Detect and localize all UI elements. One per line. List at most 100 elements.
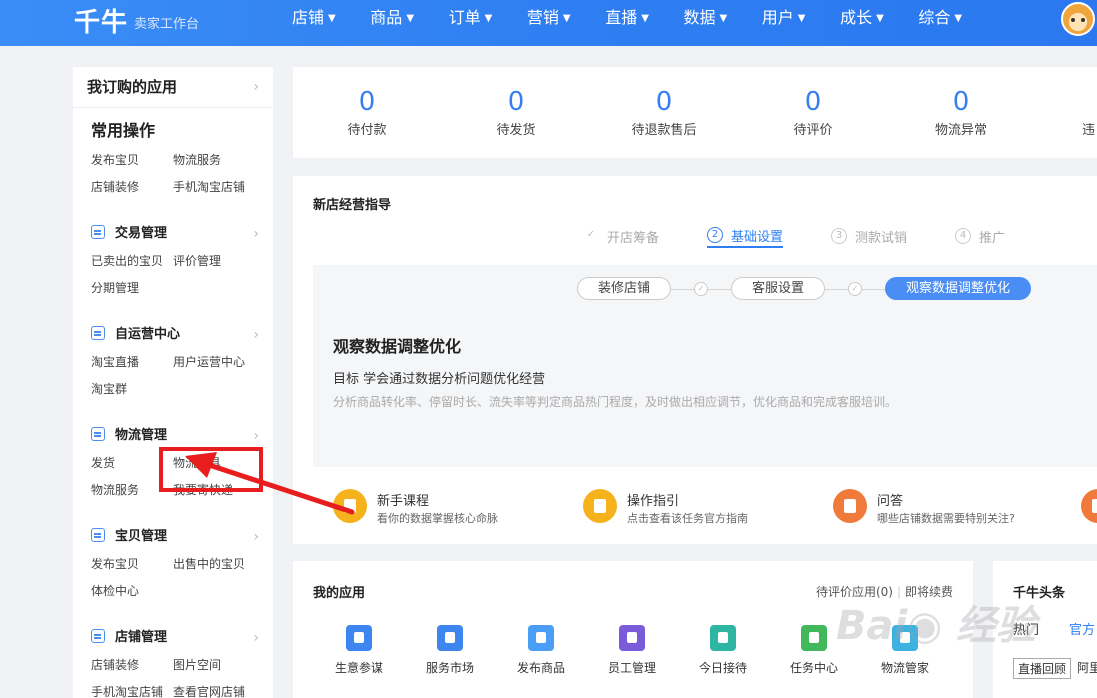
nav-item-live[interactable]: 直播 ▼ bbox=[605, 0, 683, 46]
sidebar-link[interactable]: 已卖出的宝贝 bbox=[91, 248, 173, 275]
user-icon bbox=[619, 625, 645, 651]
stat-logistics-exception[interactable]: 0 物流异常 bbox=[901, 85, 1021, 138]
sidebar-link[interactable]: 手机淘宝店铺 bbox=[91, 679, 173, 698]
stat-pending-shipment[interactable]: 0 待发货 bbox=[456, 85, 576, 138]
stat-label: 待评价 bbox=[793, 123, 833, 138]
news-item[interactable]: 阿里 bbox=[1077, 659, 1097, 676]
section-header[interactable]: 物流管理 › bbox=[73, 426, 273, 446]
annotation-box bbox=[159, 447, 263, 492]
calendar-icon bbox=[91, 225, 105, 239]
panel-heading: 观察数据调整优化 bbox=[333, 337, 462, 356]
nav-item-general[interactable]: 综合 ▼ bbox=[918, 0, 996, 46]
sidebar-link[interactable]: 评价管理 bbox=[173, 248, 255, 275]
sidebar-link[interactable]: 物流服务 bbox=[173, 147, 255, 174]
help-operation-guide[interactable]: 操作指引 点击查看该任务官方指南 bbox=[583, 489, 833, 529]
nav-label: 成长 bbox=[840, 8, 873, 27]
nav-item-users[interactable]: 用户 ▼ bbox=[762, 0, 840, 46]
help-subtitle: 哪些店铺数据需要特别关注? bbox=[877, 512, 1015, 525]
stat-pending-review[interactable]: 0 待评价 bbox=[753, 85, 873, 138]
guide-panel: 装修店铺 ✓ 客服设置 ✓ 观察数据调整优化 观察数据调整优化 目标 学会通过数… bbox=[313, 265, 1097, 467]
stat-violation[interactable]: 违 bbox=[1050, 85, 1097, 138]
sidebar-link[interactable]: 发布宝贝 bbox=[91, 551, 173, 578]
connector: ✓ bbox=[671, 281, 732, 296]
section-title: 物流管理 bbox=[115, 428, 168, 443]
help-qa[interactable]: 问答 哪些店铺数据需要特别关注? bbox=[833, 489, 1083, 529]
chevron-right-icon: › bbox=[253, 630, 259, 646]
nav-item-orders[interactable]: 订单 ▼ bbox=[449, 0, 527, 46]
sidebar-link[interactable]: 淘宝直播 bbox=[91, 349, 173, 376]
step-promotion[interactable]: 4 推广 bbox=[955, 224, 1005, 248]
nav-label: 订单 bbox=[448, 8, 481, 27]
logo[interactable]: 千牛 bbox=[74, 2, 128, 39]
app-publish-goods[interactable]: 发布商品 bbox=[501, 625, 581, 676]
top-bar: 千牛 卖家工作台 店铺 ▼ 商品 ▼ 订单 ▼ 营销 ▼ 直播 ▼ 数据 ▼ 用户 ▼ 成长 ▼… bbox=[0, 0, 1097, 46]
app-label: 任务中心 bbox=[789, 661, 838, 675]
app-label: 发布商品 bbox=[516, 661, 565, 675]
sidebar-link[interactable]: 体检中心 bbox=[91, 578, 173, 605]
subtab-customer-service[interactable]: 客服设置 bbox=[731, 277, 826, 300]
avatar[interactable] bbox=[1061, 2, 1095, 36]
order-stats: 0 待付款 0 待发货 0 待退款售后 0 待评价 0 物流异常 违 bbox=[293, 67, 1097, 158]
nav-item-shop[interactable]: 店铺 ▼ bbox=[292, 0, 370, 46]
app-staff-management[interactable]: 员工管理 bbox=[592, 625, 672, 676]
nav-item-data[interactable]: 数据 ▼ bbox=[683, 0, 761, 46]
tab-official[interactable]: 官方 bbox=[1069, 623, 1095, 638]
step-shop-prep[interactable]: ✓ 开店筹备 bbox=[583, 224, 659, 248]
help-beginner-course[interactable]: 新手课程 看你的数据掌握核心命脉 bbox=[333, 489, 583, 529]
sidebar-common: 常用操作 发布宝贝 物流服务 店铺装修 手机淘宝店铺 bbox=[73, 121, 273, 201]
sidebar-link[interactable]: 分期管理 bbox=[91, 275, 173, 302]
section-header[interactable]: 交易管理 › bbox=[73, 224, 273, 244]
sidebar-link[interactable]: 用户运营中心 bbox=[173, 349, 255, 376]
stat-pending-payment[interactable]: 0 待付款 bbox=[307, 85, 427, 138]
nav-item-goods[interactable]: 商品 ▼ bbox=[370, 0, 448, 46]
section-title: 交易管理 bbox=[115, 226, 168, 241]
live-replay-badge[interactable]: 直播回顾 bbox=[1013, 658, 1072, 679]
section-header[interactable]: 宝贝管理 › bbox=[73, 527, 273, 547]
check-icon: ✓ bbox=[694, 281, 709, 296]
app-service-market[interactable]: 服务市场 bbox=[410, 625, 490, 676]
guide-subtabs: 装修店铺 ✓ 客服设置 ✓ 观察数据调整优化 bbox=[577, 277, 1032, 300]
app-label: 生意参谋 bbox=[334, 661, 383, 675]
panel-goal: 目标 学会通过数据分析问题优化经营 bbox=[333, 372, 546, 387]
app-label: 物流管家 bbox=[880, 661, 929, 675]
help-title: 操作指引 bbox=[627, 494, 680, 509]
stat-label: 待发货 bbox=[496, 123, 536, 138]
chevron-down-icon: ▼ bbox=[406, 13, 415, 24]
sidebar-link[interactable]: 图片空间 bbox=[173, 652, 255, 679]
sidebar-link[interactable]: 发布宝贝 bbox=[91, 147, 173, 174]
stat-value: 0 bbox=[507, 87, 525, 117]
chevron-right-icon: › bbox=[253, 226, 259, 242]
nav-label: 直播 bbox=[605, 8, 638, 27]
sidebar: 我订购的应用 › 常用操作 发布宝贝 物流服务 店铺装修 手机淘宝店铺 交易管理 › … bbox=[73, 67, 273, 698]
step-number: 2 bbox=[707, 227, 724, 243]
sidebar-link[interactable]: 查看官网店铺 bbox=[173, 679, 255, 698]
stat-label: 待退款售后 bbox=[631, 123, 697, 138]
section-header[interactable]: 自运营中心 › bbox=[73, 325, 273, 345]
stat-refund[interactable]: 0 待退款售后 bbox=[604, 85, 724, 138]
sidebar-link[interactable]: 店铺装修 bbox=[91, 652, 173, 679]
watermark-logo: Bai◉ 经验 bbox=[836, 603, 1037, 649]
sidebar-link[interactable]: 出售中的宝贝 bbox=[173, 551, 255, 578]
step-label: 推广 bbox=[979, 230, 1006, 246]
subtab-data-optimize[interactable]: 观察数据调整优化 bbox=[885, 277, 1032, 300]
check-icon: ✓ bbox=[848, 281, 863, 296]
app-today-reception[interactable]: 今日接待 bbox=[683, 625, 763, 676]
logo-subtitle: 卖家工作台 bbox=[134, 17, 200, 32]
help-title: 问答 bbox=[877, 494, 904, 509]
app-label: 员工管理 bbox=[607, 661, 656, 675]
people-icon bbox=[710, 625, 736, 651]
stat-value bbox=[1050, 85, 1097, 119]
sidebar-link[interactable]: 店铺装修 bbox=[91, 174, 173, 201]
subtab-decorate[interactable]: 装修店铺 bbox=[577, 277, 672, 300]
nav-label: 综合 bbox=[918, 8, 951, 27]
step-basic-setup[interactable]: 2 基础设置 bbox=[707, 224, 784, 248]
nav-item-growth[interactable]: 成长 ▼ bbox=[840, 0, 918, 46]
step-test-sale[interactable]: 3 测款试销 bbox=[831, 224, 907, 248]
sidebar-link[interactable]: 淘宝群 bbox=[91, 376, 173, 403]
sidebar-header[interactable]: 我订购的应用 › bbox=[73, 67, 273, 108]
help-more[interactable] bbox=[1081, 489, 1097, 529]
section-header[interactable]: 店铺管理 › bbox=[73, 628, 273, 648]
sidebar-link[interactable]: 手机淘宝店铺 bbox=[173, 174, 255, 201]
app-business-advisor[interactable]: 生意参谋 bbox=[319, 625, 399, 676]
nav-item-marketing[interactable]: 营销 ▼ bbox=[527, 0, 605, 46]
